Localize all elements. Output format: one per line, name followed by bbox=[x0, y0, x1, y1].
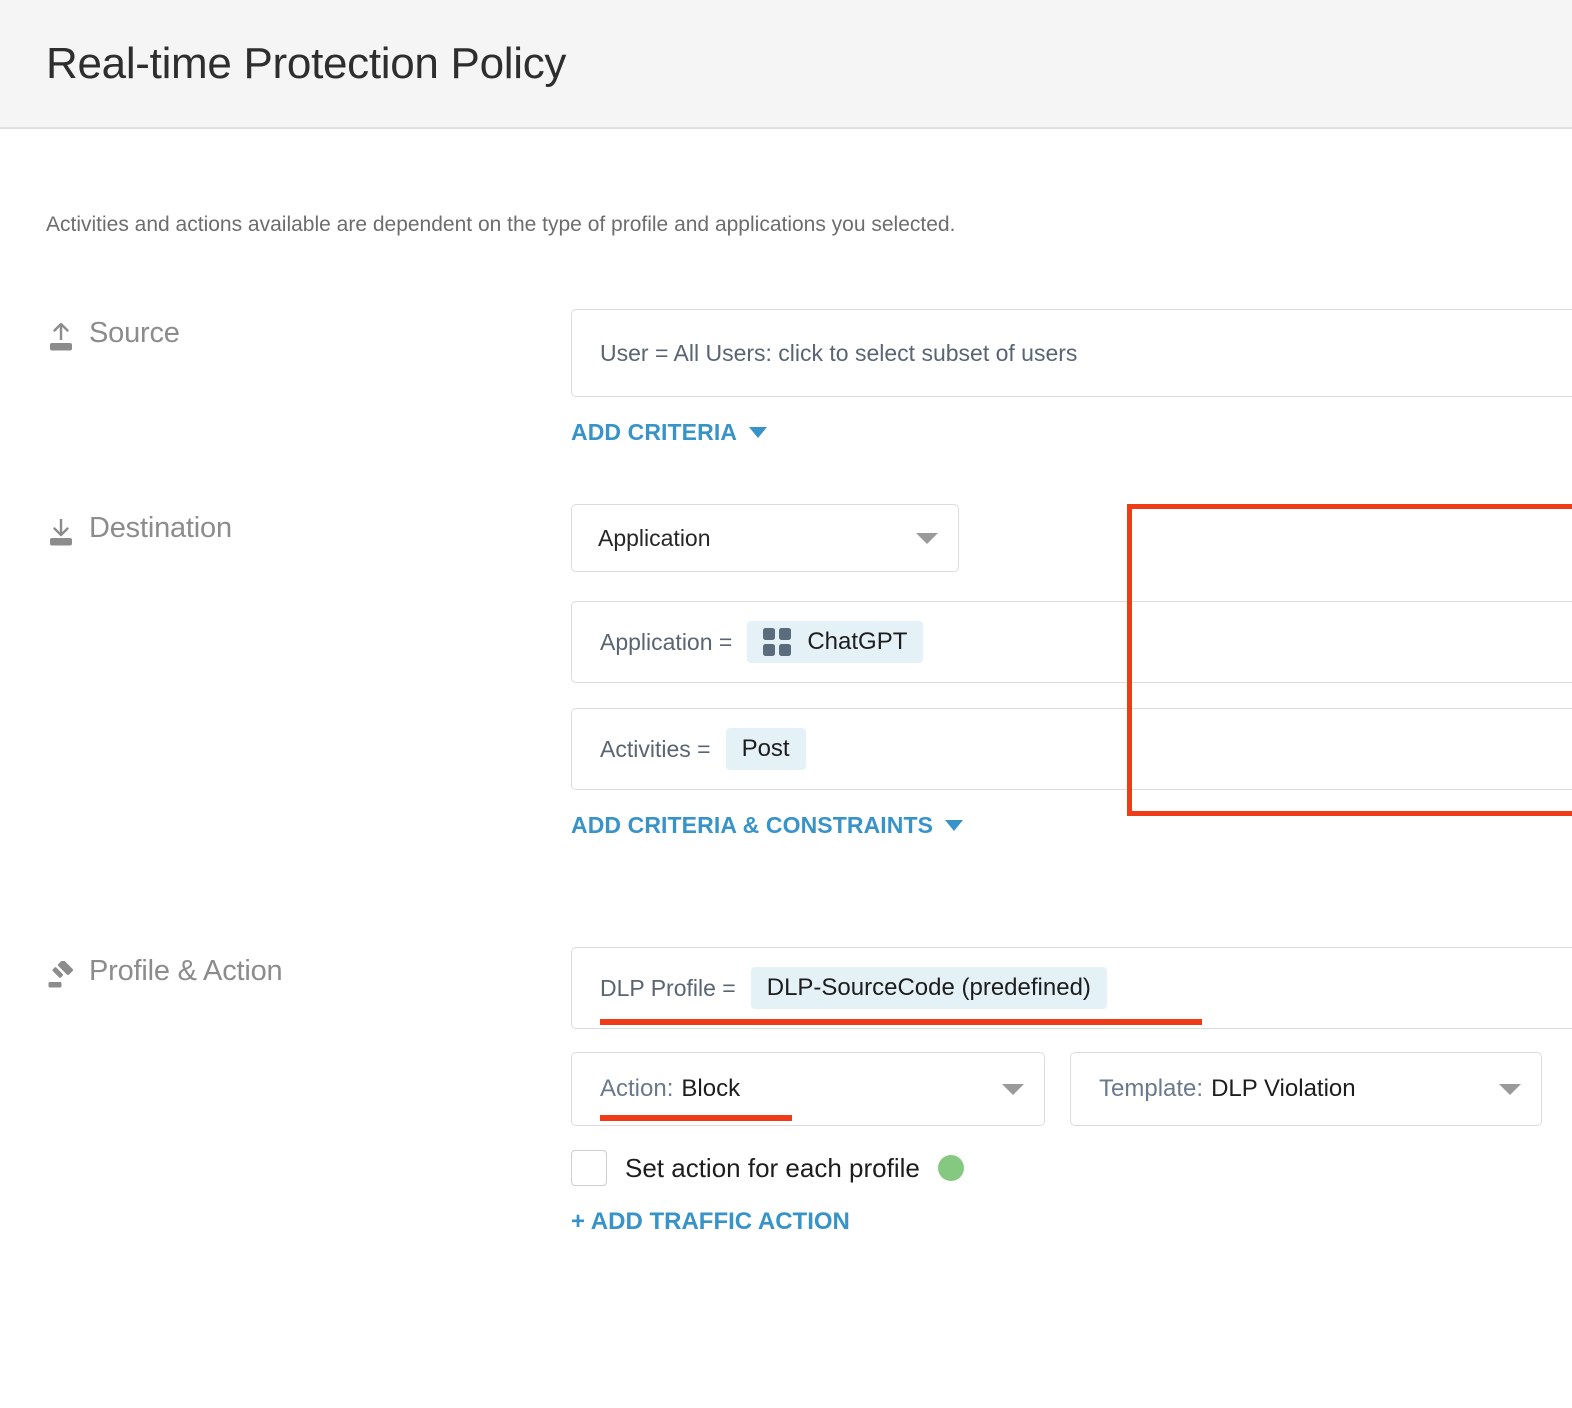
source-user-field[interactable]: User = All Users: click to select subset… bbox=[571, 309, 1572, 397]
dlp-profile-key: DLP Profile = bbox=[600, 974, 736, 1001]
source-section: Source User = All Users: click to select… bbox=[46, 309, 1572, 446]
page-title: Real-time Protection Policy bbox=[46, 38, 567, 88]
page-content: Activities and actions available are dep… bbox=[0, 213, 1572, 1236]
add-traffic-action-link[interactable]: + ADD TRAFFIC ACTION bbox=[571, 1208, 850, 1236]
chevron-down-icon[interactable] bbox=[916, 532, 938, 544]
action-highlight-underline bbox=[600, 1115, 792, 1121]
criteria-key-activities: Activities = bbox=[600, 735, 711, 762]
template-dropdown[interactable]: Template: DLP Violation bbox=[1070, 1052, 1542, 1126]
profile-action-section-body: DLP Profile = DLP-SourceCode (predefined… bbox=[571, 947, 1572, 1236]
criteria-value-activities: Post bbox=[741, 735, 790, 762]
action-template-row: Action: Block Template: DLP Violation bbox=[571, 1052, 1572, 1126]
template-dropdown-label: Template: bbox=[1099, 1075, 1204, 1102]
source-label-text: Source bbox=[89, 317, 180, 349]
destination-section-body: Application Application = ChatGPT Activi… bbox=[571, 504, 1572, 839]
dlp-profile-chip[interactable]: DLP-SourceCode (predefined) bbox=[750, 967, 1107, 1009]
criteria-key-application: Application = bbox=[600, 628, 733, 655]
intro-description: Activities and actions available are dep… bbox=[46, 213, 956, 236]
destination-section: Destination Application Application = Ch… bbox=[46, 504, 1572, 839]
destination-type-select[interactable]: Application bbox=[571, 504, 959, 572]
profile-action-section-label: Profile & Action bbox=[46, 947, 571, 1236]
destination-section-label: Destination bbox=[46, 504, 571, 839]
profile-action-label-text: Profile & Action bbox=[89, 955, 283, 987]
chevron-down-icon[interactable] bbox=[749, 427, 768, 438]
page-header: Real-time Protection Policy bbox=[0, 0, 1572, 129]
destination-add-criteria-row[interactable]: ADD CRITERIA & CONSTRAINTS bbox=[571, 812, 1572, 839]
action-dropdown[interactable]: Action: Block bbox=[571, 1052, 1045, 1126]
source-section-label: Source bbox=[46, 309, 571, 446]
template-dropdown-value: DLP Violation bbox=[1211, 1075, 1356, 1102]
profile-action-section: Profile & Action DLP Profile = DLP-Sourc… bbox=[46, 947, 1572, 1236]
download-icon bbox=[46, 516, 76, 550]
dlp-profile-row[interactable]: DLP Profile = DLP-SourceCode (predefined… bbox=[571, 947, 1572, 1029]
action-dropdown-label: Action: bbox=[600, 1075, 674, 1102]
add-criteria-constraints-link[interactable]: ADD CRITERIA & CONSTRAINTS bbox=[571, 812, 933, 839]
app-grid-icon bbox=[763, 628, 792, 656]
dlp-profile-value: DLP-SourceCode (predefined) bbox=[766, 974, 1091, 1001]
chevron-down-icon[interactable] bbox=[1002, 1083, 1024, 1095]
status-indicator-green-dot bbox=[937, 1155, 964, 1181]
action-dropdown-value: Block bbox=[681, 1075, 741, 1102]
add-criteria-link[interactable]: ADD CRITERIA bbox=[571, 419, 737, 446]
chevron-down-icon[interactable] bbox=[945, 820, 964, 831]
criteria-row-application[interactable]: Application = ChatGPT bbox=[571, 601, 1572, 683]
criteria-chip-application[interactable]: ChatGPT bbox=[747, 621, 924, 663]
gavel-icon bbox=[46, 959, 76, 993]
chevron-down-icon[interactable] bbox=[1499, 1083, 1521, 1095]
destination-criteria-stack: Application Application = ChatGPT Activi… bbox=[571, 504, 1572, 816]
destination-type-value: Application bbox=[598, 524, 711, 551]
criteria-value-application: ChatGPT bbox=[807, 628, 908, 655]
source-add-criteria-row[interactable]: ADD CRITERIA bbox=[571, 419, 1572, 446]
set-action-checkbox-row[interactable]: Set action for each profile bbox=[571, 1150, 1572, 1186]
upload-icon bbox=[46, 321, 76, 355]
criteria-chip-activities[interactable]: Post bbox=[725, 728, 806, 770]
destination-label-text: Destination bbox=[89, 512, 232, 544]
template-dropdown-text: Template: DLP Violation bbox=[1099, 1075, 1356, 1103]
set-action-checkbox[interactable] bbox=[571, 1150, 607, 1186]
action-dropdown-text: Action: Block bbox=[600, 1075, 740, 1103]
criteria-row-activities[interactable]: Activities = Post bbox=[571, 708, 1572, 790]
dlp-profile-highlight-underline bbox=[600, 1019, 1202, 1025]
source-section-body: User = All Users: click to select subset… bbox=[571, 309, 1572, 446]
set-action-checkbox-label: Set action for each profile bbox=[625, 1152, 920, 1183]
